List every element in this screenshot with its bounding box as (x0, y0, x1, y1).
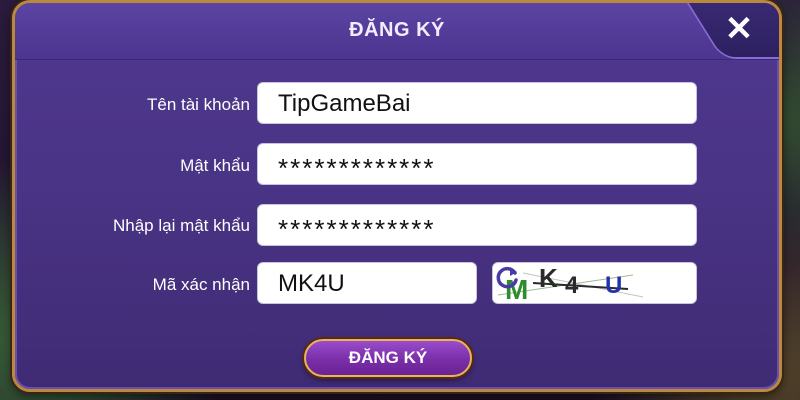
captcha-label: Mã xác nhận (152, 275, 250, 294)
register-dialog: ĐĂNG KÝ ✕ (12, 0, 782, 392)
dialog-header: ĐĂNG KÝ (15, 3, 779, 60)
captcha-image: M K 4 U (492, 262, 697, 304)
close-icon[interactable]: ✕ (721, 11, 757, 47)
confirm-password-field[interactable]: ************* (257, 204, 697, 246)
register-button[interactable]: ĐĂNG KÝ (304, 339, 472, 377)
username-label: Tên tài khoản (146, 95, 250, 114)
refresh-icon[interactable] (493, 263, 521, 291)
password-label: Mật khẩu (180, 156, 250, 175)
dialog-title: ĐĂNG KÝ (349, 19, 445, 41)
username-field[interactable]: TipGameBai (257, 82, 697, 124)
svg-text:K: K (539, 263, 558, 293)
captcha-input[interactable]: MK4U (257, 262, 477, 304)
confirm-password-label: Nhập lại mật khẩu (112, 216, 250, 235)
svg-text:U: U (605, 272, 622, 299)
captcha-drawing: M K 4 U (493, 263, 696, 303)
password-field[interactable]: ************* (257, 143, 697, 185)
